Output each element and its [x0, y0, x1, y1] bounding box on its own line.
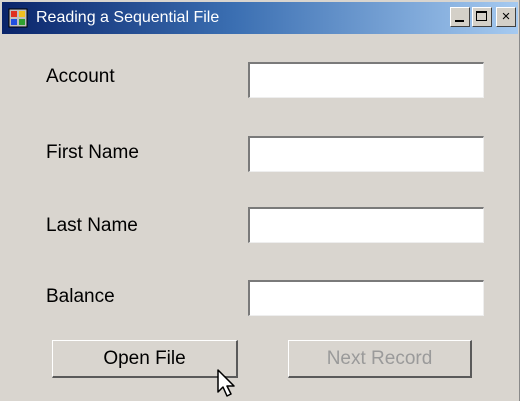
app-icon [8, 8, 28, 28]
balance-field[interactable] [248, 280, 484, 316]
balance-label: Balance [46, 286, 115, 307]
account-label: Account [46, 66, 115, 87]
open-file-button[interactable]: Open File [52, 340, 238, 378]
account-field[interactable] [248, 62, 484, 98]
title-bar[interactable]: Reading a Sequential File × [2, 2, 518, 34]
close-button[interactable]: × [496, 7, 516, 27]
maximize-icon [476, 11, 487, 21]
window-title: Reading a Sequential File [36, 9, 220, 26]
close-icon: × [501, 8, 511, 25]
last-name-label: Last Name [46, 215, 138, 236]
next-record-button[interactable]: Next Record [288, 340, 472, 378]
first-name-field[interactable] [248, 136, 484, 172]
last-name-field[interactable] [248, 207, 484, 243]
main-window: Reading a Sequential File × Account Firs… [0, 0, 520, 401]
first-name-label: First Name [46, 142, 139, 163]
minimize-icon [455, 20, 464, 22]
minimize-button[interactable] [450, 7, 470, 27]
maximize-button[interactable] [472, 7, 492, 27]
mouse-pointer-icon [217, 369, 235, 397]
